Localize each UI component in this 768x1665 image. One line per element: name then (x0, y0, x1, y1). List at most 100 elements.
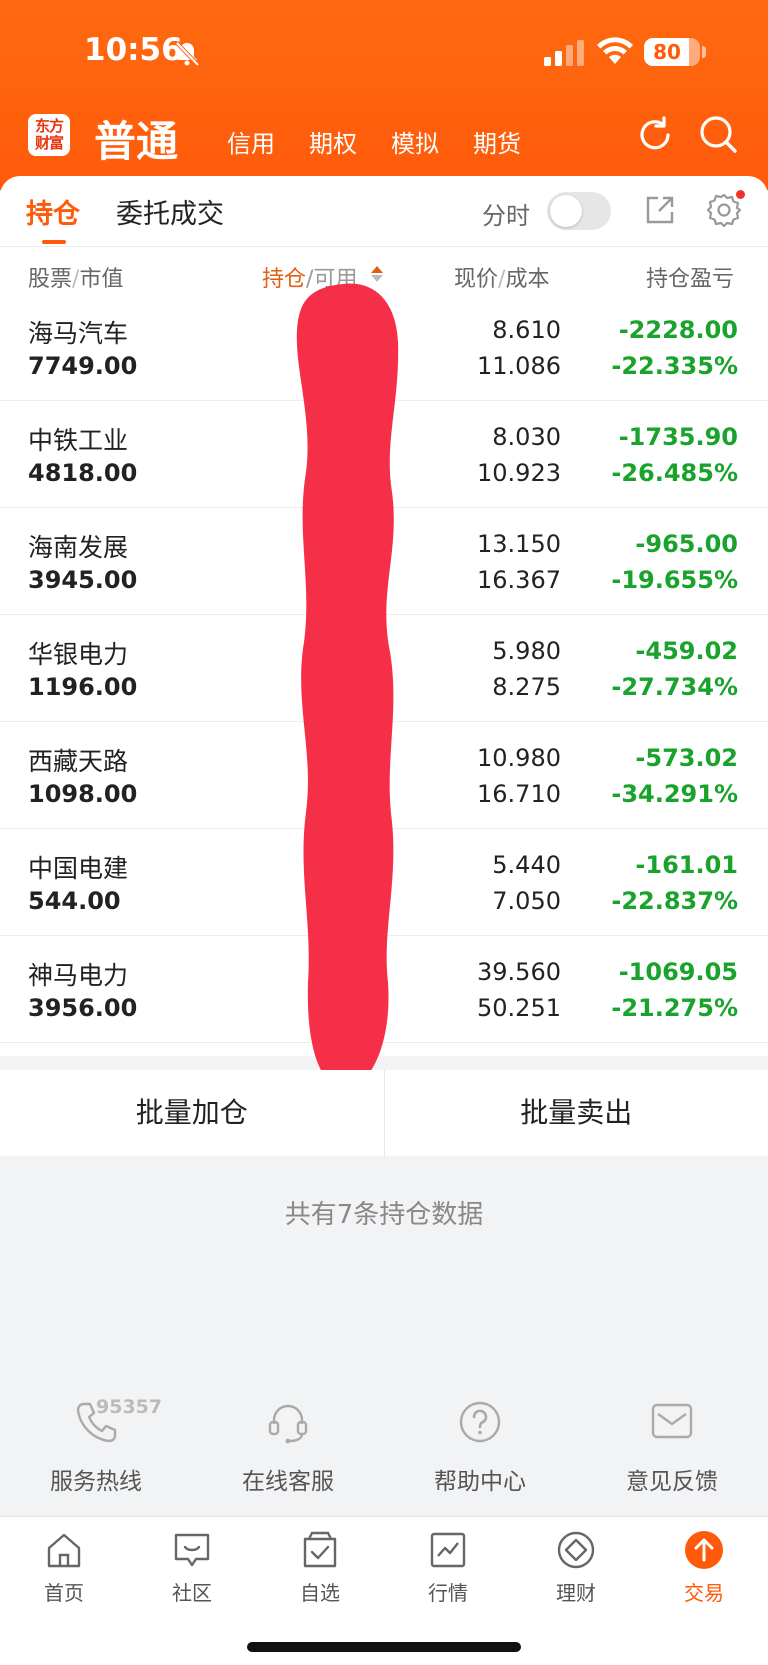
current-price: 5.440 (492, 851, 561, 879)
checkbox-icon (303, 1531, 337, 1568)
tab-wealth-label: 理财 (556, 1581, 596, 1605)
mode-title-normal[interactable]: 普通 (94, 108, 178, 169)
battery-indicator: 80 (644, 38, 700, 66)
wifi-icon (597, 37, 633, 64)
diamond-icon (557, 1531, 595, 1569)
tab-orders[interactable]: 委托成交 (116, 192, 224, 231)
mail-icon (651, 1403, 693, 1439)
market-value: 3956.00 (28, 994, 138, 1022)
logo-text-line1: 东方 (34, 117, 64, 135)
cost-price: 50.251 (477, 994, 561, 1022)
sort-icon[interactable] (370, 265, 384, 283)
col-price: 现价 (454, 267, 499, 292)
timeshare-label: 分时 (482, 202, 530, 230)
col-cost: 成本 (505, 267, 550, 292)
tab-watchlist[interactable]: 自选 (256, 1529, 384, 1606)
home-indicator (247, 1642, 521, 1652)
chat-bubble-icon (174, 1533, 210, 1567)
help-icon (459, 1401, 501, 1443)
cellular-signal-icon (544, 40, 584, 66)
market-value: 4818.00 (28, 459, 138, 487)
batch-add-button[interactable]: 批量加仓 (0, 1070, 384, 1156)
tab-options[interactable]: 期权 (292, 124, 374, 159)
tab-watchlist-label: 自选 (300, 1581, 340, 1605)
tab-simulation[interactable]: 模拟 (374, 124, 456, 159)
headset-icon (268, 1404, 308, 1444)
profit-loss: -1735.90 (618, 423, 738, 451)
cost-price: 10.923 (477, 459, 561, 487)
cost-price: 16.367 (477, 566, 561, 594)
profit-loss: -965.00 (635, 530, 738, 558)
profit-loss: -573.02 (635, 744, 738, 772)
tab-trade[interactable]: 交易 (640, 1529, 768, 1606)
col-stock: 股票 (28, 267, 73, 292)
tab-market[interactable]: 行情 (384, 1529, 512, 1606)
cost-price: 11.086 (477, 352, 561, 380)
app-header: 10:56 80 东方 财富 普通 信用 期权 模拟 期货 (0, 0, 768, 190)
profit-loss-pct: -27.734% (611, 673, 738, 701)
tab-home-label: 首页 (44, 1581, 84, 1605)
profit-loss: -1069.05 (618, 958, 738, 986)
status-time: 10:56 (84, 32, 183, 68)
col-market-value: 市值 (79, 267, 124, 292)
tab-market-label: 行情 (428, 1581, 468, 1605)
tab-wealth[interactable]: 理财 (512, 1529, 640, 1606)
market-value: 1098.00 (28, 780, 138, 808)
market-value: 544.00 (28, 887, 121, 915)
col-price-cost[interactable]: 现价/成本 (454, 261, 549, 293)
cost-price: 8.275 (492, 673, 561, 701)
tab-futures[interactable]: 期货 (456, 124, 538, 159)
tab-community[interactable]: 社区 (128, 1529, 256, 1606)
timeshare-toggle[interactable] (547, 192, 611, 230)
market-value: 7749.00 (28, 352, 138, 380)
battery-nub (702, 46, 706, 58)
redaction-scribble (296, 283, 399, 1092)
tab-holdings[interactable]: 持仓 (26, 192, 80, 231)
share-icon[interactable] (644, 194, 676, 226)
tab-credit[interactable]: 信用 (210, 124, 292, 159)
chart-line-icon (430, 1532, 466, 1568)
feedback-label: 意见反馈 (626, 1469, 718, 1495)
stock-name: 海马汽车 (28, 319, 129, 348)
col-profit-loss[interactable]: 持仓盈亏 (646, 261, 738, 293)
logo-text-line2: 财富 (34, 134, 64, 152)
service-hotline[interactable]: 服务热线 (0, 1398, 192, 1496)
profit-loss-pct: -34.291% (611, 780, 738, 808)
app-logo: 东方 财富 (28, 114, 70, 156)
active-tab-indicator (42, 240, 66, 244)
home-icon (47, 1533, 81, 1568)
tab-home[interactable]: 首页 (0, 1529, 128, 1606)
market-value: 3945.00 (28, 566, 138, 594)
cost-price: 7.050 (492, 887, 561, 915)
battery-level: 80 (653, 40, 681, 64)
stock-name: 西藏天路 (28, 747, 129, 776)
current-price: 10.980 (477, 744, 561, 772)
service-online[interactable]: 在线客服 (192, 1398, 384, 1496)
stock-name: 中国电建 (28, 854, 129, 883)
profit-loss-pct: -22.335% (611, 352, 738, 380)
batch-action-bar: 批量加仓 批量卖出 (0, 1070, 768, 1156)
profit-loss: -2228.00 (618, 316, 738, 344)
tab-community-label: 社区 (172, 1581, 212, 1605)
holdings-count-text: 共有7条持仓数据 (284, 1200, 484, 1230)
service-help[interactable]: 帮助中心 (384, 1398, 576, 1496)
stock-name: 华银电力 (28, 640, 129, 669)
account-mode-tabs: 信用 期权 模拟 期货 (210, 124, 538, 159)
profit-loss: -161.01 (635, 851, 738, 879)
notification-dot (736, 190, 745, 199)
stock-name: 海南发展 (28, 533, 129, 562)
service-feedback[interactable]: 意见反馈 (576, 1398, 768, 1496)
refresh-icon[interactable] (636, 116, 674, 154)
hotline-label: 服务热线 (50, 1469, 142, 1495)
profit-loss-pct: -26.485% (611, 459, 738, 487)
current-price: 5.980 (492, 637, 561, 665)
batch-sell-button[interactable]: 批量卖出 (385, 1070, 768, 1156)
bell-muted-icon (175, 41, 200, 67)
profit-loss: -459.02 (635, 637, 738, 665)
search-icon[interactable] (698, 114, 738, 154)
help-center-label: 帮助中心 (434, 1469, 526, 1495)
col-stock-mv[interactable]: 股票/市值 (28, 261, 123, 293)
toggle-knob (550, 195, 582, 227)
profit-loss-pct: -22.837% (611, 887, 738, 915)
profit-loss-pct: -21.275% (611, 994, 738, 1022)
